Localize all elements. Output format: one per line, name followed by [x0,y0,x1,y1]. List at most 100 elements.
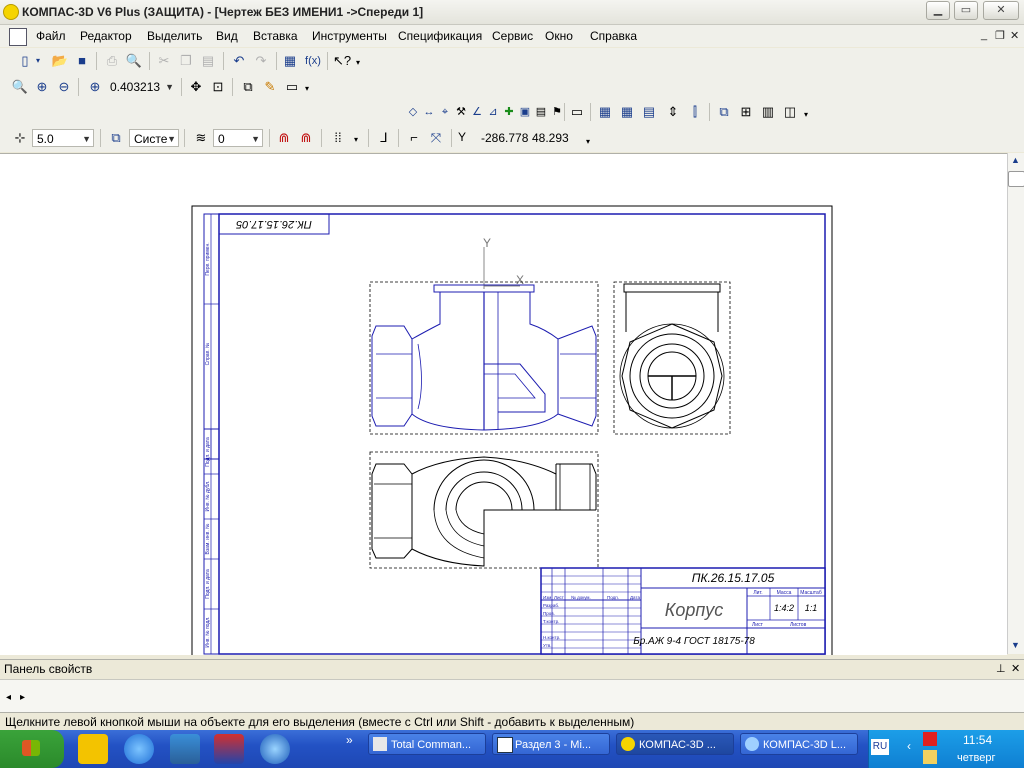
coordinate-system-combo[interactable]: Систе ▼ [129,129,179,147]
zoom-out-icon[interactable]: ⊖ [55,78,73,96]
zoom-window-icon[interactable]: 🔍 [11,78,29,96]
zoom-in-icon[interactable]: ⊕ [33,78,51,96]
task-word-document[interactable]: Раздел 3 - Mi... [492,733,610,755]
insert-view-icon[interactable]: ⊞ [737,103,755,121]
vertical-scrollbar[interactable]: ▲ ▼ [1007,153,1024,654]
layers-icon[interactable]: ▦ [596,103,614,121]
pen-edit-icon[interactable]: ✎ [261,78,279,96]
nav-right-icon[interactable]: ▸ [20,692,25,703]
catalog-icon[interactable]: ▥ [759,103,777,121]
assembly-icon[interactable]: ◫ [781,103,799,121]
chevron-down-icon[interactable]: ▼ [165,78,174,96]
scroll-thumb[interactable] [1008,171,1024,187]
layer-states-icon[interactable]: ▦ [618,103,636,121]
zoom-scale-combo[interactable]: 0.403213 ▼ [106,78,176,96]
network-icon[interactable] [260,734,290,764]
grid-icon[interactable]: ⁞⁞ [329,129,347,147]
start-button[interactable] [0,730,64,768]
new-file-icon[interactable]: ▯ [16,52,34,70]
styles-icon[interactable]: ▤ [640,103,658,121]
menu-select[interactable]: Выделить [147,29,202,43]
library-manager-icon[interactable]: ⧉ [715,103,733,121]
task-total-commander[interactable]: Total Comman... [368,733,486,755]
save-icon[interactable]: ■ [73,52,91,70]
quicklaunch-app-icon[interactable] [78,734,108,764]
language-indicator[interactable]: RU [871,739,889,755]
display-dropdown-arrow-icon[interactable]: ▾ [302,80,312,98]
zoom-scale-icon[interactable]: ⊕ [86,78,104,96]
more-tools-arrow-icon[interactable]: ▾ [801,106,811,124]
menu-help[interactable]: Справка [590,29,637,43]
refresh-icon[interactable]: ⧉ [239,78,257,96]
view-manager-icon[interactable]: ▭ [568,103,586,121]
nav-left-icon[interactable]: ◂ [6,692,11,703]
drawing-sheet[interactable]: Перв. примен. Справ. № Подп. и дата Инв.… [0,154,1007,655]
trace-icon[interactable]: ⤧ [427,129,445,147]
maximize-button[interactable]: ▭ [954,1,978,20]
menu-specification[interactable]: Спецификация [398,29,482,43]
panel-close-icon[interactable]: ✕ [1011,662,1020,675]
cut-icon[interactable]: ✂ [155,52,173,70]
menu-service[interactable]: Сервис [492,29,533,43]
help-pointer-icon[interactable]: ↖? [333,52,351,70]
task-kompas-lt[interactable]: КОМПАС-3D L... [740,733,858,755]
show-all-icon[interactable]: ⊡ [209,78,227,96]
print-icon[interactable]: ⎙ [103,52,121,70]
help-dropdown-arrow-icon[interactable]: ▾ [353,54,363,72]
new-dropdown-arrow-icon[interactable]: ▾ [33,52,43,70]
tray-expand-icon[interactable]: ‹ [907,739,911,753]
scroll-up-icon[interactable]: ▲ [1011,155,1020,165]
coords-dropdown-arrow-icon[interactable]: ▾ [583,133,593,151]
desktop-icon[interactable] [170,734,200,764]
grid-step-icon[interactable]: ⊹ [11,129,29,147]
display-mode-icon[interactable]: ▭ [283,78,301,96]
function-icon[interactable]: f(x) [302,52,324,70]
drawing-canvas[interactable]: Перв. примен. Справ. № Подп. и дата Инв.… [0,153,1007,655]
chevron-down-icon[interactable]: ▼ [167,130,176,148]
manager-icon[interactable]: ▦ [281,52,299,70]
close-button[interactable]: ✕ [983,1,1019,20]
document-icon[interactable] [9,28,27,46]
menu-window[interactable]: Окно [545,29,573,43]
paste-icon[interactable]: ▤ [199,52,217,70]
coordinate-system-icon[interactable]: ⧉ [107,129,125,147]
task-kompas-active[interactable]: КОМПАС-3D ... [616,733,734,755]
tray-app-icon[interactable] [923,750,937,764]
pan-icon[interactable]: ✥ [187,78,205,96]
minimize-button[interactable]: ▁ [926,1,950,20]
snap-magnet-icon[interactable]: ⋒ [275,129,293,147]
save-disk-icon[interactable] [214,734,244,764]
menu-tools[interactable]: Инструменты [312,29,387,43]
undo-icon[interactable]: ↶ [230,52,248,70]
copy-icon[interactable]: ❐ [177,52,195,70]
align-icon[interactable]: ⇕ [664,103,682,121]
local-snap-icon[interactable]: ⋒ [297,129,315,147]
mdi-restore-button[interactable]: ❐ [995,29,1005,42]
menu-insert[interactable]: Вставка [253,29,298,43]
menu-file[interactable]: Файл [36,29,66,43]
mdi-minimize-button[interactable]: _ [981,29,987,41]
layer-icon[interactable]: ≋ [192,129,210,147]
chevron-down-icon[interactable]: ▼ [251,130,260,148]
print-preview-icon[interactable]: 🔍 [125,52,143,70]
step-combo[interactable]: 5.0 ▼ [32,129,94,147]
antivirus-icon[interactable] [923,732,937,746]
layer-combo[interactable]: 0 ▼ [213,129,263,147]
menu-view[interactable]: Вид [216,29,238,43]
internet-explorer-icon[interactable] [124,734,154,764]
menu-edit[interactable]: Редактор [80,29,132,43]
taskbar-more-icon[interactable]: » [346,733,353,747]
pin-icon[interactable]: ⊥ [996,662,1006,675]
chevron-down-icon[interactable]: ▼ [82,130,91,148]
mdi-close-button[interactable]: ✕ [1010,29,1019,42]
kompas-lt-icon [745,737,759,751]
round-mode-icon[interactable]: ⌐ [405,129,423,147]
scroll-down-icon[interactable]: ▼ [1011,640,1020,650]
redo-icon[interactable]: ↷ [252,52,270,70]
grid-dropdown-arrow-icon[interactable]: ▾ [351,131,361,149]
distribute-icon[interactable]: ⫿ [686,103,704,121]
kompas-app-icon[interactable] [3,4,19,20]
ortho-icon[interactable]: ⅃ [375,129,393,147]
system-tray: RU ‹ 11:54 четверг [868,730,1024,768]
open-folder-icon[interactable]: 📂 [51,52,69,70]
